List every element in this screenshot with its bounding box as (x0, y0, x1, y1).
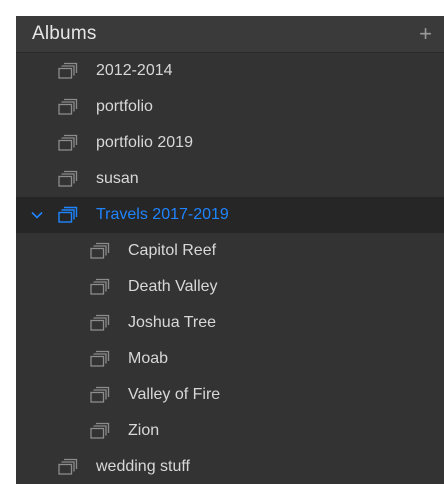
album-label: Capitol Reef (128, 242, 217, 259)
album-stack-icon (58, 458, 78, 476)
album-label: Zion (128, 422, 160, 439)
album-item-valley-of-fire[interactable]: Valley of Fire (16, 377, 444, 413)
album-stack-icon (90, 278, 110, 296)
album-item-death-valley[interactable]: Death Valley (16, 269, 444, 305)
chevron-down-icon[interactable] (24, 205, 50, 225)
album-stack-icon (58, 206, 78, 224)
album-stack-icon (58, 62, 78, 80)
album-label: 2012-2014 (96, 62, 173, 79)
album-item-moab[interactable]: Moab (16, 341, 444, 377)
album-item-capitol-reef[interactable]: Capitol Reef (16, 233, 444, 269)
album-item-portfolio[interactable]: portfolio (16, 89, 444, 125)
album-stack-icon (58, 98, 78, 116)
album-label: Joshua Tree (128, 314, 217, 331)
album-label: Valley of Fire (128, 386, 221, 403)
album-label: portfolio (96, 98, 153, 115)
album-item-joshua-tree[interactable]: Joshua Tree (16, 305, 444, 341)
album-item-2012-2014[interactable]: 2012-2014 (16, 53, 444, 89)
album-label: portfolio 2019 (96, 134, 193, 151)
album-stack-icon (90, 422, 110, 440)
album-label: Moab (128, 350, 169, 367)
album-label: susan (96, 170, 139, 187)
album-label: wedding stuff (96, 458, 190, 475)
album-stack-icon (90, 314, 110, 332)
album-stack-icon (58, 170, 78, 188)
albums-title: Albums (32, 23, 97, 44)
album-stack-icon (90, 242, 110, 260)
album-item-zion[interactable]: Zion (16, 413, 444, 449)
album-list: 2012-2014 portfolio portfolio 2019 susan (16, 53, 444, 484)
album-item-travels-2017-2019[interactable]: Travels 2017-2019 (16, 197, 444, 233)
album-label: Travels 2017-2019 (96, 206, 229, 223)
albums-header: Albums + (16, 16, 444, 53)
album-stack-icon (90, 386, 110, 404)
album-stack-icon (90, 350, 110, 368)
album-stack-icon (58, 134, 78, 152)
album-item-susan[interactable]: susan (16, 161, 444, 197)
album-label: Death Valley (128, 278, 218, 295)
albums-panel: Albums + 2012-2014 portfolio portfolio 2… (16, 16, 444, 484)
album-item-wedding-stuff[interactable]: wedding stuff (16, 449, 444, 484)
add-album-button[interactable]: + (419, 23, 432, 45)
album-item-portfolio-2019[interactable]: portfolio 2019 (16, 125, 444, 161)
